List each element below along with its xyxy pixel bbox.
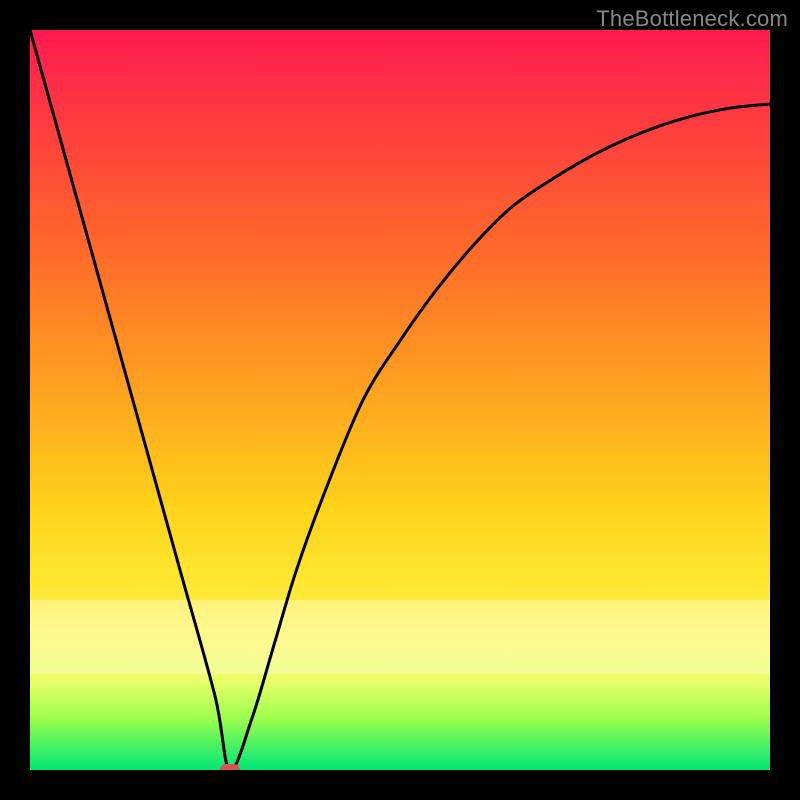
watermark-text: TheBottleneck.com bbox=[596, 6, 788, 32]
plot-area bbox=[30, 30, 770, 770]
bottleneck-curve bbox=[30, 30, 770, 770]
chart-frame: TheBottleneck.com bbox=[0, 0, 800, 800]
minimum-marker bbox=[220, 764, 240, 770]
